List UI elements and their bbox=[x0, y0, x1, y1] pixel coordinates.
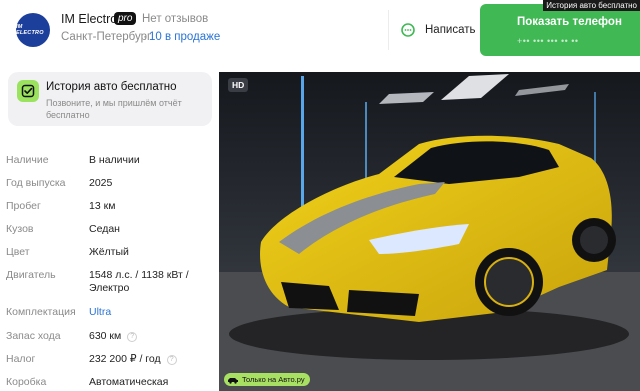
spec-value: 1548 л.с. / 1138 кВт / Электро bbox=[89, 269, 189, 294]
exclusive-label: Только на Авто.ру bbox=[242, 375, 305, 384]
spec-value: 630 км bbox=[89, 330, 122, 342]
spec-label: Кузов bbox=[6, 223, 34, 235]
spec-value: 2025 bbox=[89, 177, 113, 189]
exclusive-badge: Только на Авто.ру bbox=[224, 373, 310, 386]
car-photo[interactable] bbox=[219, 72, 640, 391]
corner-label: История авто бесплатно bbox=[543, 0, 640, 11]
show-phone-label: Показать телефон bbox=[517, 16, 622, 28]
spec-label: Наличие bbox=[6, 154, 49, 166]
message-button[interactable]: Написать bbox=[388, 10, 476, 50]
history-title: История авто бесплатно bbox=[46, 81, 177, 93]
help-icon[interactable]: ? bbox=[127, 332, 138, 342]
seller-location: Санкт-Петербург bbox=[61, 31, 152, 43]
spec-label: Цвет bbox=[6, 246, 30, 258]
spec-value: 13 км bbox=[89, 200, 116, 212]
spec-value-wrap: 630 км? bbox=[89, 330, 209, 343]
spec-value-wrap: 232 200 ₽ / год? bbox=[89, 353, 209, 366]
spec-value: Автоматическая bbox=[89, 376, 169, 388]
help-icon[interactable]: ? bbox=[166, 355, 177, 365]
spec-value: Седан bbox=[89, 223, 120, 235]
trim-link[interactable]: Ultra bbox=[89, 306, 209, 319]
history-card[interactable]: История авто бесплатно Позвоните, и мы п… bbox=[8, 72, 212, 126]
show-phone-button[interactable]: Показать телефон +•• ••• ••• •• •• bbox=[480, 4, 640, 56]
spec-label: Запас хода bbox=[6, 330, 61, 342]
hd-badge: HD bbox=[228, 78, 249, 92]
history-subtitle: Позвоните, и мы пришлём отчёт бесплатно bbox=[46, 98, 182, 120]
chat-icon bbox=[401, 23, 415, 37]
spec-label: Налог bbox=[6, 353, 36, 365]
seller-logo[interactable]: IM ELECTRO bbox=[16, 13, 50, 47]
seller-name[interactable]: IM Electro bbox=[61, 12, 117, 26]
separator-dot: · bbox=[143, 31, 147, 43]
spec-label: Год выпуска bbox=[6, 177, 66, 189]
for-sale-link[interactable]: 10 в продаже bbox=[149, 31, 220, 43]
spec-label: Комплектация bbox=[6, 306, 76, 318]
spec-label: Пробег bbox=[6, 200, 41, 212]
pro-badge: pro bbox=[114, 12, 137, 25]
spec-label: Коробка bbox=[6, 376, 47, 388]
phone-mask: +•• ••• ••• •• •• bbox=[517, 36, 579, 46]
car-icon bbox=[228, 377, 238, 384]
spec-label: Двигатель bbox=[6, 269, 56, 281]
seller-bar: IM ELECTRO IM Electro pro Нет отзывов Са… bbox=[0, 0, 640, 60]
spec-value: 232 200 ₽ / год bbox=[89, 353, 161, 365]
reviews-count[interactable]: Нет отзывов bbox=[142, 13, 208, 25]
spec-value: Жёлтый bbox=[89, 246, 129, 258]
message-label: Написать bbox=[425, 24, 476, 36]
check-icon bbox=[17, 80, 39, 102]
spec-value: В наличии bbox=[89, 154, 140, 166]
car-illustration bbox=[219, 72, 640, 391]
